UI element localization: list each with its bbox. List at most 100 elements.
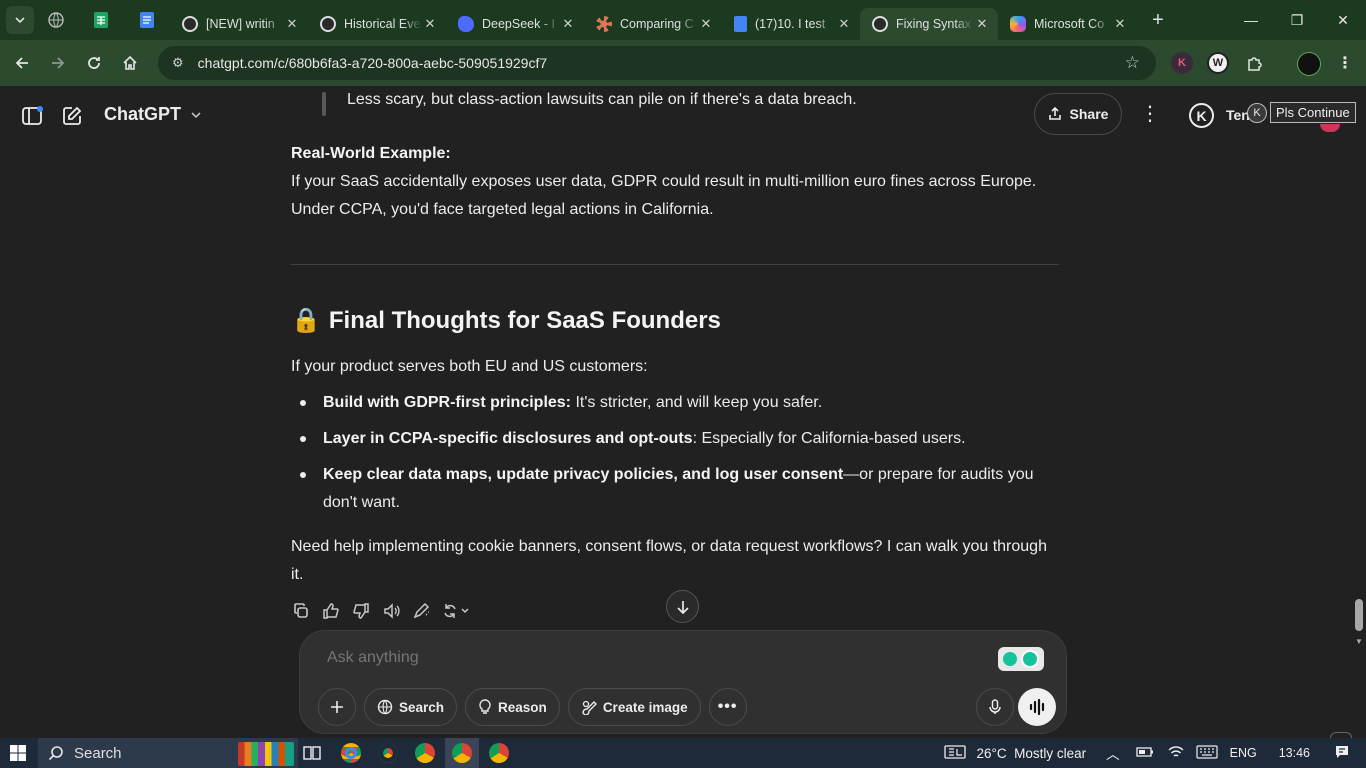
battery-icon[interactable] xyxy=(1135,746,1154,761)
books-icon xyxy=(238,742,294,766)
create-image-label: Create image xyxy=(602,699,688,715)
composer-tools: Search Reason Create image ••• xyxy=(318,688,747,726)
keyboard-icon[interactable] xyxy=(1196,744,1218,762)
bullet-dot xyxy=(300,400,306,406)
browser-menu-icon[interactable]: ⋮ xyxy=(1334,52,1356,74)
wifi-icon[interactable] xyxy=(1168,745,1184,762)
voice-mode-button[interactable] xyxy=(1018,688,1056,726)
new-chat-icon[interactable] xyxy=(60,104,84,128)
chrome-profile-icon[interactable] xyxy=(378,743,398,763)
more-tools-button[interactable]: ••• xyxy=(708,688,747,726)
close-icon[interactable]: ✕ xyxy=(422,16,438,32)
new-tab-button[interactable]: + xyxy=(1144,6,1172,34)
section-heading: 🔒 Final Thoughts for SaaS Founders xyxy=(291,306,721,335)
lock-icon: 🔒 xyxy=(291,307,321,334)
close-window-icon[interactable]: ✕ xyxy=(1320,0,1366,40)
example-line: If your SaaS accidentally exposes user d… xyxy=(291,173,1037,190)
browser-tab[interactable]: Historical Eve ✕ xyxy=(308,8,446,40)
close-icon[interactable]: ✕ xyxy=(284,16,300,32)
windows-taskbar: Search 26°C Mostly clear ︿ ENG 13:46 xyxy=(0,738,1366,768)
bookmark-star-icon[interactable]: ☆ xyxy=(1125,53,1140,73)
scroll-down-arrow-icon[interactable]: ▼ xyxy=(1355,637,1363,646)
minimize-icon[interactable]: — xyxy=(1228,0,1274,40)
thumbs-down-icon[interactable] xyxy=(351,601,371,621)
browser-tab[interactable]: (17)10. I test ✕ xyxy=(722,8,860,40)
pinned-tab-web[interactable] xyxy=(34,0,78,40)
more-options-icon[interactable]: ⋮ xyxy=(1140,104,1160,124)
restore-icon[interactable]: ❐ xyxy=(1274,0,1320,40)
browser-toolbar: ⚙ chatgpt.com/c/680b6fa3-a720-800a-aebc-… xyxy=(0,40,1366,86)
chatgpt-icon xyxy=(320,16,336,32)
browser-tab[interactable]: Microsoft Co ✕ xyxy=(998,8,1136,40)
read-aloud-icon[interactable] xyxy=(381,601,401,621)
scroll-to-bottom-button[interactable] xyxy=(666,590,699,623)
browser-tab[interactable]: Comparing C ✕ xyxy=(584,8,722,40)
notification-icon[interactable] xyxy=(1334,744,1350,763)
grammarly-widget[interactable] xyxy=(998,647,1044,671)
regenerate-icon[interactable] xyxy=(441,601,473,621)
reason-button[interactable]: Reason xyxy=(465,688,560,726)
plus-icon xyxy=(331,701,343,713)
taskbar-search[interactable]: Search xyxy=(38,738,298,768)
extension-k-icon[interactable]: K xyxy=(1171,52,1193,74)
tab-search-button[interactable] xyxy=(6,6,34,34)
page-scrollbar[interactable]: ▼ xyxy=(1352,144,1366,650)
site-info-icon[interactable]: ⚙ xyxy=(172,55,184,71)
attach-button[interactable] xyxy=(318,688,356,726)
close-icon[interactable]: ✕ xyxy=(560,16,576,32)
search-button[interactable]: Search xyxy=(364,688,458,726)
chrome-active-icon[interactable] xyxy=(452,743,472,763)
chrome-taskbar-icon[interactable] xyxy=(341,743,361,763)
pinned-tab-docs[interactable] xyxy=(124,0,170,40)
clock[interactable]: 13:46 xyxy=(1279,746,1310,760)
thumbs-up-icon[interactable] xyxy=(321,601,341,621)
back-button[interactable] xyxy=(4,45,40,81)
close-icon[interactable]: ✕ xyxy=(698,16,714,32)
close-icon[interactable]: ✕ xyxy=(836,16,852,32)
user-avatar[interactable]: K xyxy=(1189,103,1214,128)
brush-icon xyxy=(582,700,597,715)
system-tray: 26°C Mostly clear ︿ ENG 13:46 xyxy=(944,738,1366,768)
ellipsis-icon: ••• xyxy=(717,698,738,715)
forward-button[interactable] xyxy=(40,45,76,81)
language-indicator[interactable]: ENG xyxy=(1230,746,1257,760)
profile-avatar-peek[interactable] xyxy=(1320,124,1340,132)
browser-tab[interactable]: DeepSeek - I ✕ xyxy=(446,8,584,40)
scrollbar-thumb[interactable] xyxy=(1355,599,1363,631)
chevron-up-icon[interactable]: ︿ xyxy=(1106,743,1120,763)
create-image-button[interactable]: Create image xyxy=(567,688,701,726)
arrow-right-icon xyxy=(52,57,65,69)
start-button[interactable] xyxy=(0,738,36,768)
edit-canvas-icon[interactable] xyxy=(411,601,431,621)
profile-avatar[interactable] xyxy=(1297,52,1321,76)
dictate-button[interactable] xyxy=(976,688,1014,726)
chrome-profile-icon[interactable] xyxy=(489,743,509,763)
bullet-dot xyxy=(300,436,306,442)
reload-button[interactable] xyxy=(76,45,112,81)
extension-w-icon[interactable]: W xyxy=(1207,52,1229,74)
copilot-icon xyxy=(1010,16,1026,32)
tab-label: DeepSeek - I xyxy=(482,17,555,31)
copy-icon[interactable] xyxy=(291,601,311,621)
weather-text[interactable]: 26°C Mostly clear xyxy=(976,746,1086,761)
taskbar-search-label: Search xyxy=(74,744,122,762)
model-selector[interactable]: ChatGPT xyxy=(104,104,202,125)
voice-wave-icon xyxy=(1029,698,1045,716)
list-item-text: It's stricter, and will keep you safer. xyxy=(571,394,823,411)
pinned-tab-sheets[interactable] xyxy=(78,0,124,40)
prompt-input[interactable] xyxy=(327,649,977,667)
close-icon[interactable]: ✕ xyxy=(974,16,990,32)
home-button[interactable] xyxy=(112,45,148,81)
close-icon[interactable]: ✕ xyxy=(1112,16,1128,32)
address-bar[interactable]: ⚙ chatgpt.com/c/680b6fa3-a720-800a-aebc-… xyxy=(158,46,1156,80)
chrome-profile-icon[interactable] xyxy=(415,743,435,763)
sidebar-toggle-icon[interactable] xyxy=(20,104,44,128)
tab-label: Comparing C xyxy=(620,17,694,31)
task-view-icon[interactable] xyxy=(303,745,321,766)
weather-icon[interactable] xyxy=(944,744,967,763)
share-button[interactable]: Share xyxy=(1034,93,1122,135)
browser-tab[interactable]: [NEW] writin ✕ xyxy=(170,8,308,40)
bullet-dot xyxy=(300,472,306,478)
extensions-puzzle-icon[interactable] xyxy=(1244,52,1266,74)
browser-tab-active[interactable]: Fixing Syntax ✕ xyxy=(860,8,998,40)
